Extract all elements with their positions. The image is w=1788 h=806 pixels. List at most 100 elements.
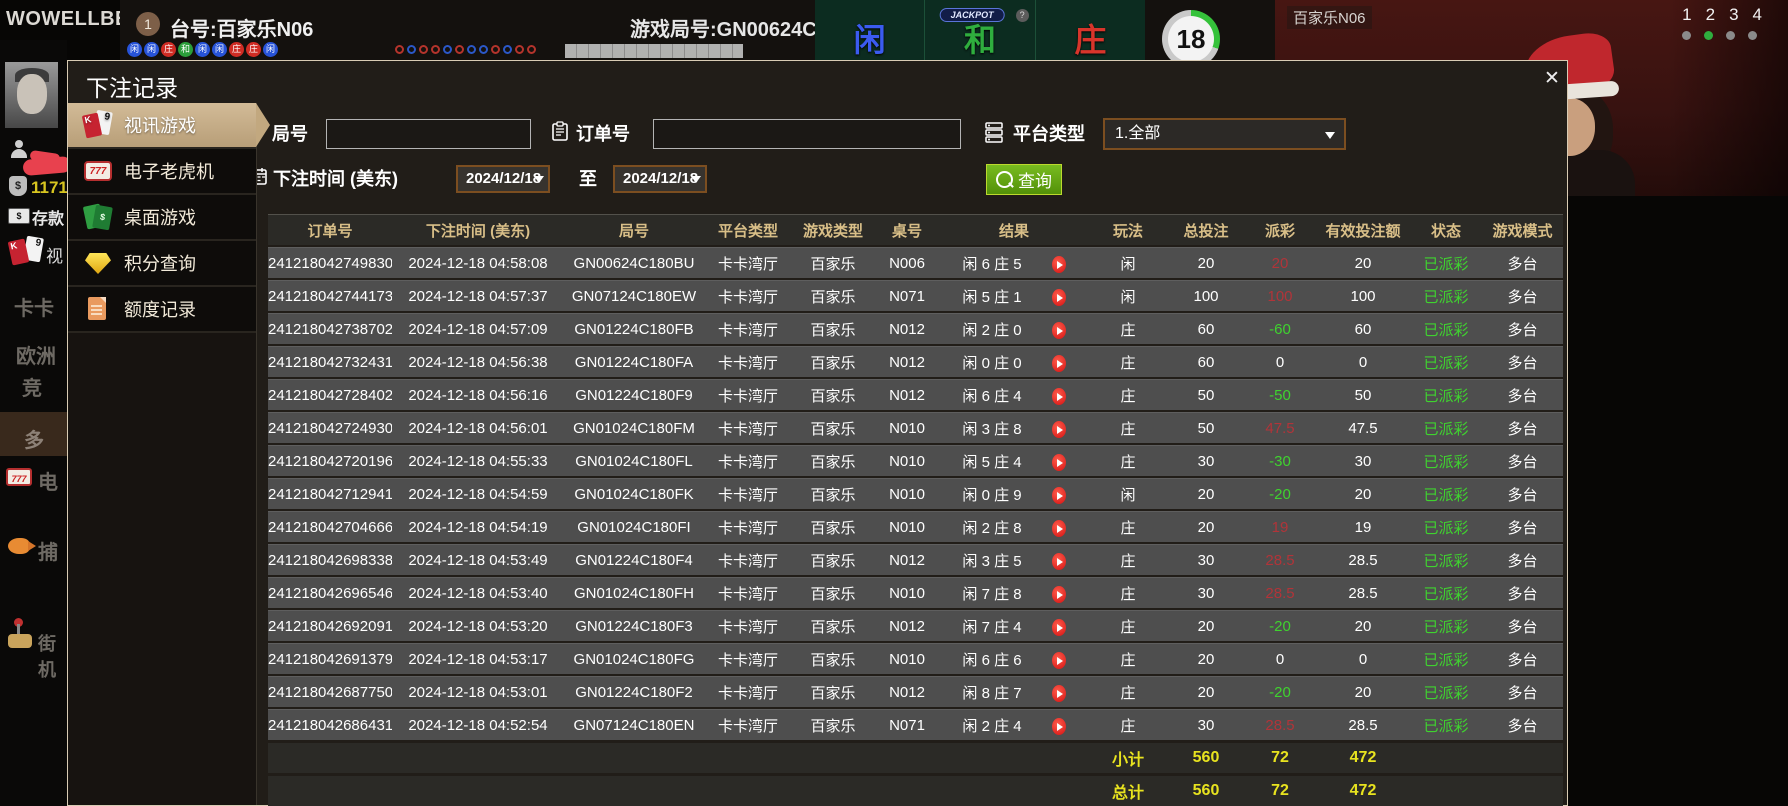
cell-time: 2024-12-18 04:54:19: [408, 518, 548, 536]
camera-dot: [1726, 31, 1735, 40]
result-text: 闲 2 庄 8: [962, 519, 1022, 537]
search-button[interactable]: 查询: [986, 164, 1062, 195]
bet-zone-banker[interactable]: 庄: [1036, 0, 1145, 60]
order-filter-input[interactable]: [653, 119, 961, 149]
replay-video-button[interactable]: [1051, 288, 1066, 306]
nav-item-multi[interactable]: 多: [24, 424, 44, 453]
modal-sidebar: 9 K 视讯游戏 777 电子老虎机 $ 桌面游戏 积分查询 额度记录: [68, 103, 257, 805]
cell-game: 百家乐: [810, 552, 856, 570]
result-text: 闲 6 庄 4: [962, 387, 1022, 405]
camera-dot: [1682, 31, 1691, 40]
cell-game: 百家乐: [810, 486, 856, 504]
cell-bet: 20: [1197, 650, 1215, 668]
sidebar-item-slot[interactable]: 777 电子老虎机: [68, 149, 256, 195]
cell-bet: 20: [1197, 518, 1215, 536]
cell-result: 闲 2 庄 0: [940, 319, 1088, 340]
replay-video-button[interactable]: [1051, 453, 1066, 471]
close-icon[interactable]: ✕: [1544, 67, 1560, 90]
sidebar-item-table-games[interactable]: $ 桌面游戏: [68, 195, 256, 241]
credit-record-icon: [82, 293, 114, 325]
cell-round: GN01224C180FA: [574, 353, 694, 371]
cell-result: 闲 5 庄 4: [940, 451, 1088, 472]
cell-order: 241218042732431: [268, 353, 392, 371]
cell-valid: 20: [1354, 617, 1372, 635]
nav-item-kaka[interactable]: 卡卡: [14, 292, 54, 321]
roadmap-ring: [479, 45, 488, 54]
sidebar-item-gem[interactable]: 积分查询: [68, 241, 256, 287]
cell-round: GN01024C180FI: [577, 518, 691, 536]
cell-bet: 20: [1197, 485, 1215, 503]
nav-item-compete[interactable]: 竞: [22, 372, 42, 401]
replay-video-button[interactable]: [1051, 552, 1066, 570]
replay-video-button[interactable]: [1051, 618, 1066, 636]
date-to-picker[interactable]: 2024/12/18: [613, 165, 707, 193]
result-text: 闲 7 庄 4: [962, 618, 1022, 636]
cell-platform: 卡卡湾厅: [717, 288, 778, 306]
cell-order: 241218042738702: [268, 320, 392, 338]
camera-number[interactable]: 1: [1682, 5, 1691, 25]
table-games-icon: $: [82, 201, 114, 233]
order-filter-label: 订单号: [576, 124, 630, 144]
sidebar-item-doc[interactable]: 额度记录: [68, 287, 256, 333]
replay-video-button[interactable]: [1051, 354, 1066, 372]
replay-video-button[interactable]: [1051, 255, 1066, 273]
cell-payout: -50: [1269, 386, 1291, 404]
replay-video-button[interactable]: [1051, 717, 1066, 735]
camera-number[interactable]: 2: [1706, 5, 1715, 25]
user-avatar[interactable]: [5, 62, 58, 128]
cell-game: 百家乐: [810, 420, 856, 438]
bet-zone-tie[interactable]: JACKPOT ? 和: [925, 0, 1036, 60]
roadmap-ring: [515, 45, 524, 54]
deposit-button[interactable]: 存款: [32, 205, 64, 229]
cell-status: 已派彩: [1423, 420, 1469, 438]
video-shade: [1668, 0, 1788, 196]
replay-video-button[interactable]: [1051, 420, 1066, 438]
platform-select[interactable]: 1.全部: [1103, 118, 1346, 150]
cell-status: 已派彩: [1423, 255, 1469, 273]
platform-filter-label: 平台类型: [1013, 124, 1085, 144]
replay-video-button[interactable]: [1051, 387, 1066, 405]
cell-platform: 卡卡湾厅: [717, 255, 778, 273]
table-row: 241218042696546 2024-12-18 04:53:40 GN0102…: [268, 577, 1563, 608]
cell-order: 241218042696546: [268, 584, 392, 602]
nav-video-tab[interactable]: 视: [46, 242, 63, 267]
camera-number[interactable]: 3: [1729, 5, 1738, 25]
subtotal-row: 小计 560 72 472: [268, 743, 1563, 773]
sidebar-item-cards[interactable]: 9 K 视讯游戏: [68, 103, 256, 149]
date-from-value: 2024/12/18: [466, 170, 542, 187]
roadmap-badge: 庄: [229, 42, 244, 57]
roadmap-badges: 闲闲庄和闲闲庄庄闲: [127, 42, 278, 57]
replay-video-button[interactable]: [1051, 519, 1066, 537]
nav-item-europe[interactable]: 欧洲: [16, 340, 56, 369]
bet-time-filter-label: 下注时间 (美东): [273, 169, 398, 189]
camera-number[interactable]: 4: [1753, 5, 1762, 25]
cell-time: 2024-12-18 04:56:01: [408, 419, 548, 437]
nav-item-slots[interactable]: 电: [38, 466, 58, 495]
cell-round: GN01224C180F9: [575, 386, 693, 404]
table-row: 241218042698338 2024-12-18 04:53:49 GN0122…: [268, 544, 1563, 575]
cell-platform: 卡卡湾厅: [717, 717, 778, 735]
cell-payout: 19: [1271, 518, 1289, 536]
nav-item-arcade[interactable]: 街机: [38, 630, 67, 682]
round-filter-input[interactable]: [326, 119, 531, 149]
avatar-face: [17, 74, 47, 114]
replay-video-button[interactable]: [1051, 684, 1066, 702]
replay-video-button[interactable]: [1051, 321, 1066, 339]
cell-payout: 0: [1275, 650, 1285, 668]
replay-video-button[interactable]: [1051, 486, 1066, 504]
roadmap-ring: [443, 45, 452, 54]
cell-payout: -60: [1269, 320, 1291, 338]
bet-zone-player[interactable]: 闲: [815, 0, 926, 60]
cell-result: 闲 7 庄 8: [940, 583, 1088, 604]
cell-mode: 多台: [1507, 453, 1538, 471]
help-icon[interactable]: ?: [1015, 9, 1029, 22]
replay-video-button[interactable]: [1051, 651, 1066, 669]
stage: WOWELLBET 1 台号:百家乐N06 游戏局号:GN00624C180BV…: [0, 0, 1788, 806]
date-from-picker[interactable]: 2024/12/18: [456, 165, 550, 193]
table-number-label: 台号:百家乐N06: [170, 19, 314, 41]
cell-result: 闲 8 庄 7: [940, 682, 1088, 703]
modal-title: 下注记录: [86, 75, 178, 101]
nav-item-fishing[interactable]: 捕: [38, 536, 58, 565]
replay-video-button[interactable]: [1051, 585, 1066, 603]
result-text: 闲 8 庄 7: [962, 684, 1022, 702]
